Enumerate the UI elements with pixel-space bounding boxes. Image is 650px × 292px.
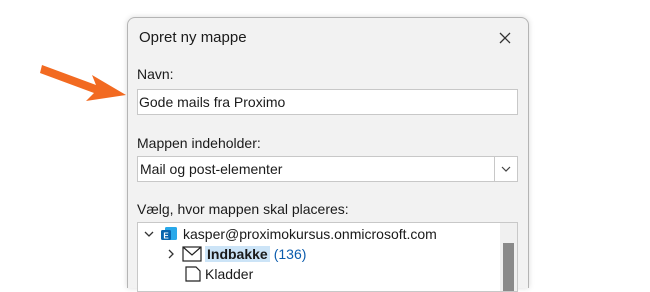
tree-item-inbox[interactable]: Indbakke (136) [164, 243, 306, 265]
inbox-count: (136) [273, 246, 307, 262]
dropdown-button[interactable] [494, 157, 517, 181]
dialog-title: Opret ny mappe [139, 29, 247, 46]
create-folder-dialog: Opret ny mappe Navn: Mappen indeholder: … [127, 17, 529, 292]
tree-item-account[interactable]: E kasper@proximokursus.onmicrosoft.com [142, 223, 437, 245]
tree-item-drafts[interactable]: Kladder [182, 263, 253, 285]
location-label: Vælg, hvor mappen skal placeres: [137, 201, 349, 217]
inbox-label: Indbakke [205, 246, 270, 262]
exchange-account-icon: E [161, 227, 177, 241]
drafts-icon [185, 266, 201, 282]
chevron-down-icon [501, 166, 511, 172]
tree-scrollbar[interactable] [500, 223, 517, 291]
folder-name-input[interactable] [137, 89, 518, 115]
name-label: Navn: [137, 66, 174, 82]
pointer-arrow-annotation [40, 65, 126, 101]
chevron-down-icon[interactable] [142, 227, 156, 241]
account-label: kasper@proximokursus.onmicrosoft.com [183, 226, 437, 242]
chevron-right-icon[interactable] [164, 247, 178, 261]
folder-contains-value: Mail og post-elementer [140, 161, 283, 177]
drafts-label: Kladder [205, 266, 254, 282]
close-icon [499, 32, 511, 44]
svg-text:E: E [163, 232, 169, 241]
folder-tree[interactable]: E kasper@proximokursus.onmicrosoft.com I… [137, 222, 518, 292]
close-button[interactable] [494, 27, 516, 49]
contains-label: Mappen indeholder: [137, 135, 261, 151]
folder-contains-select[interactable]: Mail og post-elementer [137, 156, 518, 182]
scrollbar-thumb[interactable] [503, 243, 514, 291]
inbox-icon [182, 246, 202, 262]
